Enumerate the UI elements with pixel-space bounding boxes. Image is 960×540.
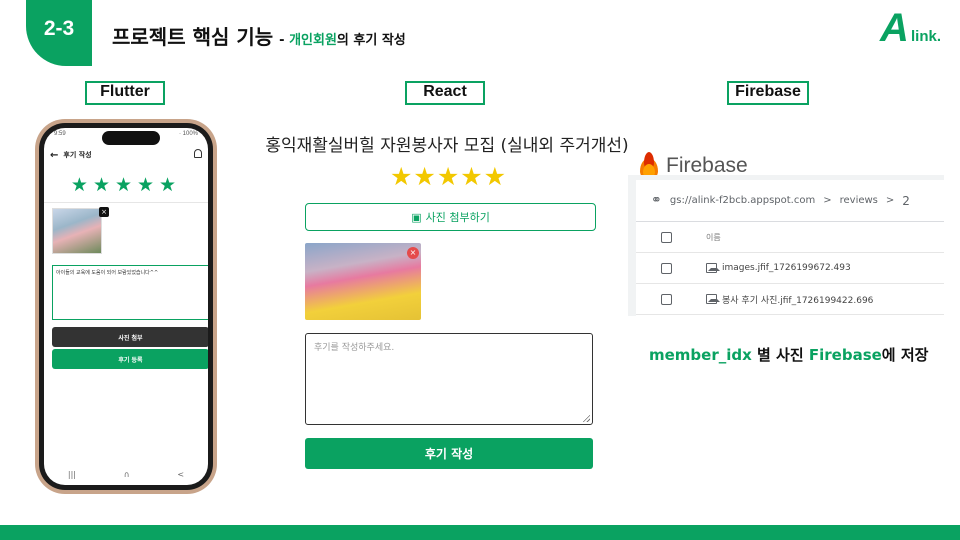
review-placeholder: 후기를 작성하주세요. bbox=[314, 343, 395, 353]
back-arrow-icon[interactable]: ← bbox=[50, 150, 58, 161]
path-chevron-1: > bbox=[823, 195, 832, 206]
firebase-label: Firebase bbox=[727, 81, 809, 105]
post-title: 홍익재활실버힐 자원봉사자 모집 (실내외 주거개선) bbox=[265, 136, 629, 156]
flutter-label: Flutter bbox=[85, 81, 165, 105]
bell-icon[interactable] bbox=[194, 149, 202, 158]
image-file-icon bbox=[706, 294, 720, 304]
phone-mockup: 9:59 · 100% ← 후기 작성 ★★★★★ × 아이들의 교육에 도움이… bbox=[35, 119, 217, 494]
submit-review-button[interactable]: 후기 등록 bbox=[52, 349, 208, 369]
storage-file-list: ⚭ gs://alink-f2bcb.appspot.com > reviews… bbox=[636, 180, 944, 316]
subtitle-highlight: 개인회원 bbox=[289, 33, 337, 48]
attach-photo-label: 사진 첨부 bbox=[118, 334, 143, 342]
firebase-storage-panel: ⚭ gs://alink-f2bcb.appspot.com > reviews… bbox=[628, 175, 944, 316]
attached-photo-preview: × bbox=[305, 243, 421, 320]
submit-review-label: 후기 등록 bbox=[118, 356, 143, 364]
file-name[interactable]: images.jfif_1726199672.493 bbox=[706, 263, 851, 273]
caption-firebase: Firebase bbox=[808, 346, 882, 364]
remove-photo-icon[interactable]: × bbox=[99, 207, 109, 217]
phone-screen: 9:59 · 100% ← 후기 작성 ★★★★★ × 아이들의 교육에 도움이… bbox=[44, 128, 208, 485]
page-subtitle: - 개인회원의 후기 작성 bbox=[279, 33, 406, 48]
camera-icon: ▣ bbox=[411, 210, 422, 224]
react-label: React bbox=[405, 81, 485, 105]
caption-end: 에 저장 bbox=[881, 346, 929, 364]
caption-member-idx: member_idx bbox=[649, 346, 752, 364]
page-title: 프로젝트 핵심 기능 - 개인회원의 후기 작성 bbox=[112, 21, 406, 50]
firebase-caption: member_idx 별 사진 Firebase에 저장 bbox=[649, 344, 928, 365]
subtitle-rest: 의 후기 작성 bbox=[336, 33, 406, 48]
logo-letter: A bbox=[880, 6, 909, 50]
phone-bezel: 9:59 · 100% ← 후기 작성 ★★★★★ × 아이들의 교육에 도움이… bbox=[39, 123, 213, 490]
caption-mid: 별 사진 bbox=[751, 346, 809, 364]
section-badge: 2-3 bbox=[26, 0, 92, 66]
file-list-header: 이름 bbox=[636, 222, 944, 253]
phone-notch bbox=[102, 131, 160, 145]
file-checkbox[interactable] bbox=[661, 293, 672, 305]
folder-reviews[interactable]: reviews bbox=[840, 195, 878, 206]
storage-path-bar: ⚭ gs://alink-f2bcb.appspot.com > reviews… bbox=[636, 180, 944, 222]
file-name-text: 봉사 후기 사진.jfif_1726199422.696 bbox=[722, 295, 874, 306]
file-row[interactable]: 봉사 후기 사진.jfif_1726199422.696 bbox=[636, 284, 944, 315]
column-name-header: 이름 bbox=[706, 232, 721, 242]
submit-review-label-web: 후기 작성 bbox=[424, 447, 474, 461]
status-battery: · 100% bbox=[178, 131, 198, 137]
submit-review-button-web[interactable]: 후기 작성 bbox=[305, 438, 593, 469]
rating-stars[interactable]: ★★★★★ bbox=[44, 174, 208, 196]
divider bbox=[44, 202, 208, 203]
attach-photo-label-web: 사진 첨부하기 bbox=[425, 211, 490, 224]
review-textarea-web[interactable]: 후기를 작성하주세요. bbox=[305, 333, 593, 425]
nav-back-icon[interactable]: < bbox=[177, 470, 184, 479]
android-nav-bar: ||| ∩ < bbox=[44, 468, 208, 480]
resize-grip-icon[interactable] bbox=[582, 414, 590, 422]
path-chevron-2: > bbox=[885, 195, 895, 206]
remove-photo-icon-web[interactable]: × bbox=[407, 247, 419, 259]
file-name-text: images.jfif_1726199672.493 bbox=[722, 263, 851, 273]
status-time: 9:59 bbox=[54, 131, 66, 137]
attached-photo-thumbnail: × bbox=[52, 207, 109, 254]
subtitle-dash: - bbox=[279, 33, 290, 48]
alink-logo: A link. bbox=[880, 6, 954, 50]
link-icon[interactable]: ⚭ bbox=[651, 193, 662, 208]
image-file-icon bbox=[706, 263, 720, 273]
bottom-accent-bar bbox=[0, 525, 960, 540]
home-icon[interactable]: ∩ bbox=[124, 470, 130, 479]
bucket-path[interactable]: gs://alink-f2bcb.appspot.com bbox=[670, 195, 815, 206]
file-name[interactable]: 봉사 후기 사진.jfif_1726199422.696 bbox=[706, 293, 873, 306]
select-all-checkbox[interactable] bbox=[661, 231, 672, 243]
file-row[interactable]: images.jfif_1726199672.493 bbox=[636, 253, 944, 284]
app-bar: ← 후기 작성 bbox=[44, 145, 208, 165]
attach-photo-button[interactable]: 사진 첨부 bbox=[52, 327, 208, 347]
page-title-main: 프로젝트 핵심 기능 bbox=[112, 25, 274, 49]
app-bar-title: 후기 작성 bbox=[63, 151, 92, 159]
rating-stars-web[interactable]: ★★★★★ bbox=[390, 162, 507, 191]
folder-member[interactable]: 2 bbox=[902, 194, 910, 208]
attach-photo-button-web[interactable]: ▣ 사진 첨부하기 bbox=[305, 203, 596, 231]
file-checkbox[interactable] bbox=[661, 262, 672, 274]
recent-apps-icon[interactable]: ||| bbox=[68, 470, 76, 479]
review-textarea[interactable]: 아이들의 교육에 도움이 되어 보람있었습니다^^ bbox=[52, 265, 208, 320]
logo-text: link. bbox=[911, 28, 942, 45]
